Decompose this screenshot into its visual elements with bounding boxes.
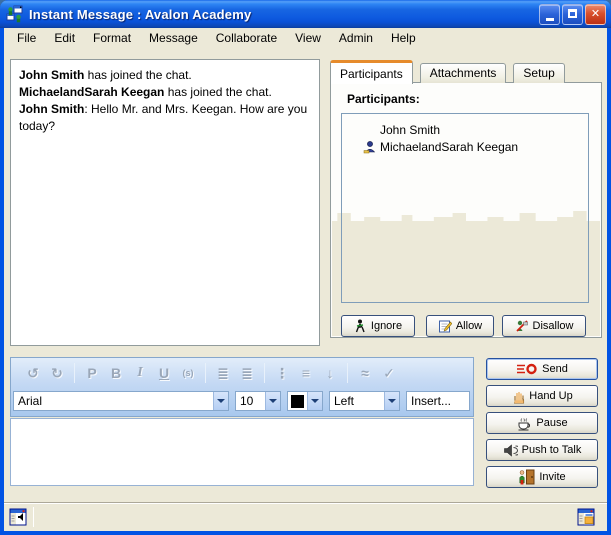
strikethrough-icon[interactable]: (s)	[176, 368, 200, 378]
maximize-button[interactable]	[562, 4, 583, 25]
chevron-down-icon[interactable]	[307, 392, 322, 410]
menu-file[interactable]: File	[8, 29, 45, 47]
allow-button[interactable]: Allow	[426, 315, 494, 337]
blank-icon	[362, 123, 380, 137]
disallow-button[interactable]: Disallow	[502, 315, 586, 337]
italic-icon[interactable]: I	[128, 365, 152, 381]
participants-panel: Participants: John Smith Michaeland	[330, 82, 602, 338]
menu-message[interactable]: Message	[140, 29, 207, 47]
ignore-person-icon	[354, 319, 367, 333]
send-icon	[516, 363, 538, 375]
allow-notepad-icon	[438, 319, 452, 333]
list-item[interactable]: John Smith	[342, 121, 588, 138]
font-row: Arial 10 Left Insert...	[11, 388, 473, 414]
font-family-select[interactable]: Arial	[13, 391, 229, 411]
toolbar-separator	[264, 363, 265, 383]
participant-list[interactable]: John Smith MichaelandSarah Keegan	[341, 113, 589, 303]
color-swatch	[291, 395, 304, 408]
list-item[interactable]: MichaelandSarah Keegan	[342, 138, 588, 155]
signature-icon[interactable]: ≈	[353, 365, 377, 381]
menu-view[interactable]: View	[286, 29, 330, 47]
paragraph-icon[interactable]: P	[80, 365, 104, 381]
space-markers-icon[interactable]: ⋮	[270, 365, 294, 382]
tab-attachments[interactable]: Attachments	[420, 63, 507, 83]
line-spacing-icon[interactable]: ≡	[294, 365, 318, 381]
pause-button[interactable]: Pause	[486, 412, 598, 434]
app-window: Instant Message : Avalon Academy ✕ File …	[0, 0, 611, 535]
toolbar-separator	[205, 363, 206, 383]
font-size-select[interactable]: 10	[235, 391, 281, 411]
close-icon: ✕	[591, 8, 600, 20]
toolbar-separator	[74, 363, 75, 383]
tab-participants[interactable]: Participants	[330, 60, 413, 84]
numbered-list-icon[interactable]: ≣	[211, 365, 235, 382]
indent-list-icon[interactable]: ≣	[235, 365, 259, 382]
message-input[interactable]	[10, 418, 474, 486]
invite-door-icon	[518, 469, 535, 485]
underline-icon[interactable]: U	[152, 365, 176, 381]
bold-icon[interactable]: B	[104, 365, 128, 381]
titlebar: Instant Message : Avalon Academy ✕	[0, 0, 611, 28]
format-toolbar: ↺ ↻ P B I U (s) ≣ ≣ ⋮ ≡ ↓ ≈ ✓	[10, 357, 474, 417]
speaker-icon	[503, 444, 518, 457]
participants-label: Participants:	[347, 92, 420, 106]
menu-bar: File Edit Format Message Collaborate Vie…	[4, 28, 607, 48]
send-button[interactable]: Send	[486, 358, 598, 380]
insert-select[interactable]: Insert...	[406, 391, 470, 411]
chat-message: MichaelandSarah Keegan has joined the ch…	[19, 84, 311, 101]
menu-help[interactable]: Help	[382, 29, 425, 47]
hand-up-button[interactable]: Hand Up	[486, 385, 598, 407]
maximize-icon	[568, 9, 577, 18]
menu-collaborate[interactable]: Collaborate	[207, 29, 286, 47]
status-bar	[4, 502, 607, 531]
toolbar-icon-row: ↺ ↻ P B I U (s) ≣ ≣ ⋮ ≡ ↓ ≈ ✓	[11, 358, 473, 388]
chat-message: John Smith: Hello Mr. and Mrs. Keegan. H…	[19, 101, 311, 135]
chevron-down-icon[interactable]	[213, 392, 228, 410]
window-body: File Edit Format Message Collaborate Vie…	[4, 28, 607, 531]
hand-icon	[511, 389, 525, 404]
chat-message: John Smith has joined the chat.	[19, 67, 311, 84]
coffee-cup-icon	[516, 416, 532, 431]
disallow-person-icon	[515, 319, 529, 333]
tab-strip: Participants Attachments Setup	[330, 59, 572, 83]
chevron-down-icon[interactable]	[384, 392, 399, 410]
redo-icon[interactable]: ↻	[45, 365, 69, 382]
layout-window-icon[interactable]	[577, 508, 595, 526]
statusbar-separator	[33, 507, 34, 527]
menu-format[interactable]: Format	[84, 29, 140, 47]
invite-button[interactable]: Invite	[486, 466, 598, 488]
undo-icon[interactable]: ↺	[21, 365, 45, 382]
ignore-button[interactable]: Ignore	[341, 315, 415, 337]
chat-log[interactable]: John Smith has joined the chat. Michaela…	[10, 59, 320, 346]
font-color-select[interactable]	[287, 391, 323, 411]
move-down-icon[interactable]: ↓	[318, 365, 342, 381]
spellcheck-icon[interactable]: ✓	[377, 365, 401, 382]
window-title: Instant Message : Avalon Academy	[29, 7, 251, 22]
close-button[interactable]: ✕	[585, 4, 606, 25]
person-icon	[362, 140, 380, 154]
push-to-talk-button[interactable]: Push to Talk	[486, 439, 598, 461]
minimize-icon	[546, 18, 554, 21]
toolbar-separator	[347, 363, 348, 383]
alignment-select[interactable]: Left	[329, 391, 400, 411]
chevron-down-icon[interactable]	[265, 392, 280, 410]
tab-setup[interactable]: Setup	[513, 63, 564, 83]
menu-admin[interactable]: Admin	[330, 29, 382, 47]
app-icon	[6, 5, 24, 23]
minimize-button[interactable]	[539, 4, 560, 25]
menu-edit[interactable]: Edit	[45, 29, 84, 47]
audio-window-icon[interactable]	[9, 508, 27, 526]
